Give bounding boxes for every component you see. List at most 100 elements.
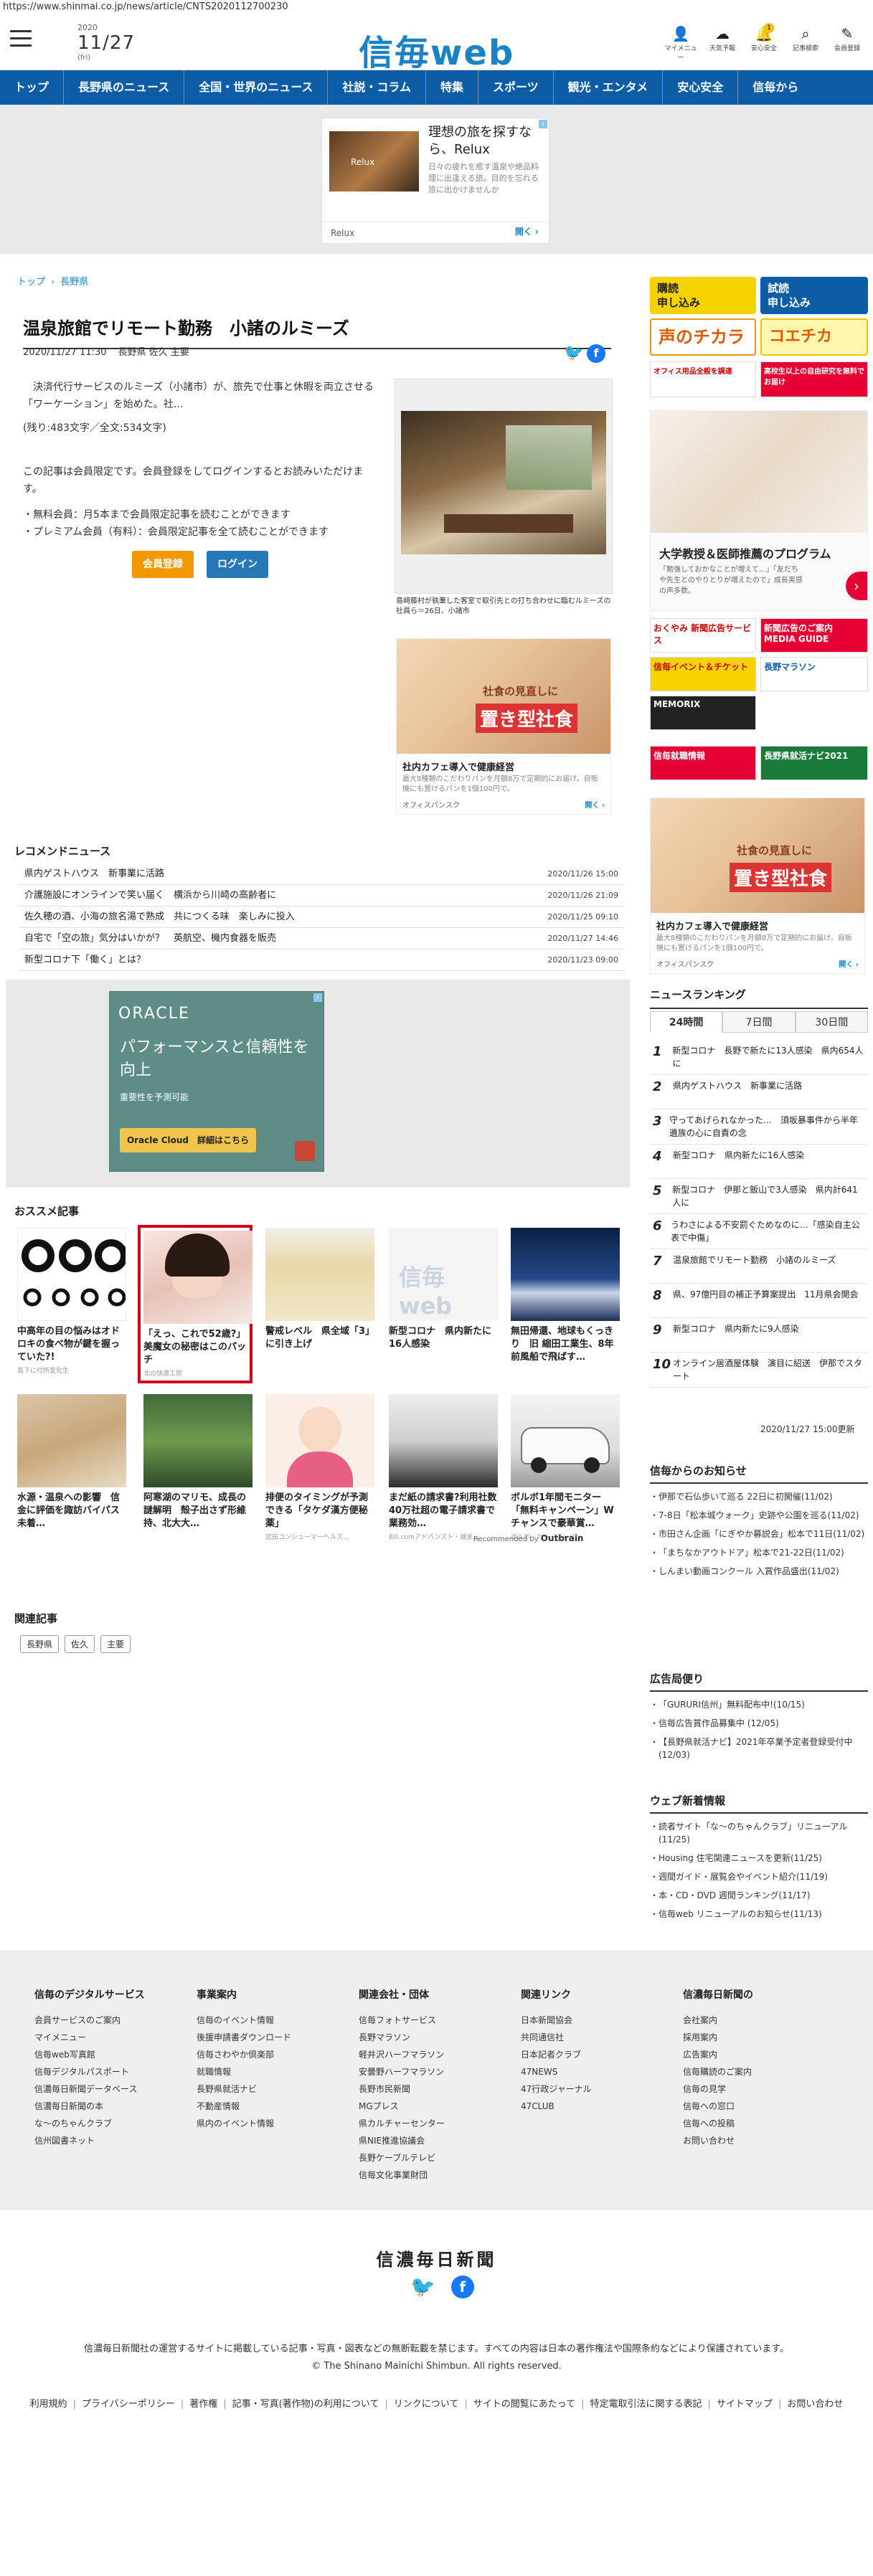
- breadcrumb-nagano[interactable]: 長野県: [60, 277, 88, 288]
- adchoices-icon[interactable]: i: [313, 993, 322, 1002]
- recommend-item[interactable]: 自宅で「空の旅」気分はいかが？ 英航空、機内食器を販売 2020/11/27 14…: [19, 928, 624, 950]
- ranking-item[interactable]: 3 守ってあげられなかった… 須坂暴事件から半年 遺族の心に自責の念: [650, 1109, 868, 1145]
- footer-bottom-link[interactable]: 特定電取引法に関する表記: [590, 2399, 702, 2410]
- footer-logo[interactable]: 信濃毎日新聞: [0, 2245, 873, 2270]
- related-tag-1[interactable]: 佐久: [65, 1635, 95, 1653]
- footer-link[interactable]: 不動産情報: [197, 2098, 291, 2115]
- osusume-card[interactable]: 中高年の目の悩みはオドロキの食べ物が鍵を握っていた?! 高下に付所変化生: [17, 1228, 126, 1375]
- footer-link[interactable]: 長野市民新聞: [359, 2080, 445, 2098]
- ranking-tab-1[interactable]: 7日間: [722, 1011, 796, 1033]
- footer-link[interactable]: 信州図書ネット: [34, 2132, 145, 2149]
- footer-bottom-link[interactable]: リンクについて: [394, 2399, 459, 2410]
- sidebar-mini-ad-5[interactable]: 信毎就職情報: [650, 746, 756, 780]
- footer-bottom-link[interactable]: 記事・写真(著作物)の利用について: [232, 2399, 379, 2410]
- sidebar-mini-ad-3[interactable]: 長野マラソン: [760, 657, 868, 691]
- footer-link[interactable]: 信濃毎日新聞の本: [34, 2098, 145, 2115]
- oshirase-item[interactable]: 7-8日「松本城ウォーク」史跡や公園を巡る(11/02): [650, 1506, 868, 1525]
- web-news-item[interactable]: 信毎web リニューアルのお知らせ(11/13): [650, 1905, 868, 1923]
- recommend-item[interactable]: 佐久穂の酒、小海の旅名湯で熟成 共につくる味 楽しみに投入 2020/11/25 …: [19, 906, 624, 928]
- footer-bottom-link[interactable]: 著作権: [189, 2399, 217, 2410]
- footer-link[interactable]: な～のちゃんクラブ: [34, 2115, 145, 2132]
- osusume-card[interactable]: まだ紙の請求書?利用社数40万社超の電子請求書で業務効… Bill.comアドバン…: [389, 1394, 498, 1541]
- koukoku-item[interactable]: 「GURURI信州」無料配布中!(10/15): [650, 1695, 868, 1714]
- facebook-share-icon[interactable]: f: [587, 344, 605, 363]
- nav-item-8[interactable]: 信毎から: [738, 70, 813, 105]
- related-tag-0[interactable]: 長野県: [20, 1635, 60, 1653]
- nav-item-3[interactable]: 社説・コラム: [328, 70, 426, 105]
- footer-bottom-link[interactable]: 利用規約: [30, 2399, 67, 2410]
- nav-item-4[interactable]: 特集: [426, 70, 478, 105]
- oshirase-item[interactable]: 市田さん企画「にぎやか募説会」松本で11日(11/02): [650, 1525, 868, 1543]
- osusume-card[interactable]: 警戒レベル 県全域「3」に引き上げ: [265, 1228, 374, 1351]
- footer-link[interactable]: 47行政ジャーナル: [521, 2080, 592, 2098]
- footer-link[interactable]: 長野マラソン: [359, 2029, 445, 2046]
- web-news-item[interactable]: 読者サイト「な～のちゃんクラブ」リニューアル(11/25): [650, 1817, 868, 1849]
- recommend-item[interactable]: 県内ゲストハウス 新事業に活路 2020/11/26 15:00: [19, 863, 624, 885]
- osusume-card[interactable]: 水源・温泉への影響 信金に評価を諏訪バイパス未着…: [17, 1394, 126, 1530]
- ranking-item[interactable]: 4 新型コロナ 県内新たに16人感染: [650, 1145, 868, 1179]
- footer-link[interactable]: 採用案内: [683, 2029, 753, 2046]
- footer-link[interactable]: 安曇野ハーフマラソン: [359, 2063, 445, 2080]
- footer-link[interactable]: 長野ケーブルテレビ: [359, 2149, 445, 2167]
- nav-item-6[interactable]: 観光・エンタメ: [554, 70, 664, 105]
- ranking-tab-2[interactable]: 30日間: [795, 1011, 868, 1033]
- register-button[interactable]: 会員登録: [132, 551, 194, 578]
- relux-ad-open-button[interactable]: 開く ›: [515, 225, 539, 237]
- site-logo[interactable]: 信毎web: [359, 24, 514, 75]
- web-news-item[interactable]: 週間ガイド・展覧会やイベント紹介(11/19): [650, 1867, 868, 1886]
- footer-link[interactable]: 会社案内: [683, 2012, 753, 2029]
- related-tag-2[interactable]: 主要: [100, 1635, 131, 1653]
- ranking-item[interactable]: 7 温泉旅館でリモート勤務 小諸のルミーズ: [650, 1249, 868, 1284]
- footer-link[interactable]: 共同通信社: [521, 2029, 592, 2046]
- footer-bottom-link[interactable]: プライバシーポリシー: [82, 2399, 175, 2410]
- footer-link[interactable]: お問い合わせ: [683, 2132, 753, 2149]
- footer-link[interactable]: 後援申請書ダウンロード: [197, 2029, 291, 2046]
- nav-item-0[interactable]: トップ: [0, 70, 65, 105]
- web-news-item[interactable]: 本・CD・DVD 週間ランキング(11/17): [650, 1886, 868, 1905]
- oracle-cta-button[interactable]: Oracle Cloud 詳細はこちら: [120, 1128, 256, 1152]
- recommend-item[interactable]: 新型コロナ下「働く」とは？ 2020/11/23 09:00: [19, 950, 624, 971]
- footer-link[interactable]: 信毎文化事業財団: [359, 2167, 445, 2184]
- office-supplies-ad[interactable]: オフィス用品全般を調達: [650, 361, 756, 397]
- footer-link[interactable]: 信毎の見学: [683, 2080, 753, 2098]
- twitter-share-icon[interactable]: 🐦: [564, 344, 583, 363]
- osusume-card[interactable]: ボルボ1年間モニター「無料キャンペーン」Wチャンスで豪華賞… ボルボ・カー・ジャパ…: [511, 1394, 620, 1541]
- ranking-item[interactable]: 6 うわさによる不安罰ぐためなのに…「感染自主公表で中傷」: [650, 1214, 868, 1249]
- sidebar-mini-ad-1[interactable]: 新聞広告のご案内 MEDIA GUIDE: [760, 618, 868, 653]
- footer-link[interactable]: 長野県就活ナビ: [197, 2080, 291, 2098]
- nav-item-2[interactable]: 全国・世界のニュース: [184, 70, 329, 105]
- oracle-ad[interactable]: i ORACLE パフォーマンスと信頼性を向上 重要性を予測可能 Oracle …: [109, 991, 324, 1172]
- footer-link[interactable]: 信毎web写真館: [34, 2046, 145, 2063]
- footer-twitter-icon[interactable]: 🐦: [410, 2276, 435, 2298]
- outbrain-credit[interactable]: Recommended by Outbrain: [473, 1533, 583, 1543]
- footer-link[interactable]: 県内のイベント情報: [197, 2115, 291, 2132]
- footer-link[interactable]: 信毎購読のご案内: [683, 2063, 753, 2080]
- koechika-banner[interactable]: コエチカ: [760, 318, 868, 356]
- subscribe-button[interactable]: 購読 申し込み: [650, 277, 756, 314]
- program-ad[interactable]: 大学教授＆医師推薦のプログラム 「勉強しておかなことが増えて…」「友だちや先生と…: [650, 410, 868, 611]
- footer-link[interactable]: MGプレス: [359, 2098, 445, 2115]
- footer-link[interactable]: 信毎デジタルパスポート: [34, 2063, 145, 2080]
- free-research-ad[interactable]: 高校生以上の自由研究を無料でお届け: [760, 361, 868, 397]
- nav-item-7[interactable]: 安心安全: [663, 70, 739, 105]
- sidebar-mini-ad-0[interactable]: おくやみ 新聞広告サービス: [650, 618, 756, 653]
- sidebar-mini-ad-4[interactable]: MEMORIX: [650, 696, 756, 730]
- login-button[interactable]: ログイン: [207, 551, 268, 578]
- footer-link[interactable]: マイメニュー: [34, 2029, 145, 2046]
- footer-link[interactable]: 信毎のイベント情報: [197, 2012, 291, 2029]
- ranking-item[interactable]: 9 新型コロナ 県内新たに9人感染: [650, 1318, 868, 1353]
- footer-link[interactable]: 信毎への窓口: [683, 2098, 753, 2115]
- footer-link[interactable]: 日本新聞協会: [521, 2012, 592, 2029]
- footer-facebook-icon[interactable]: f: [450, 2276, 474, 2298]
- ranking-item[interactable]: 2 県内ゲストハウス 新事業に活路: [650, 1075, 868, 1109]
- footer-link[interactable]: 県カルチャーセンター: [359, 2115, 445, 2132]
- footer-link[interactable]: 県NIE推進協議会: [359, 2132, 445, 2149]
- koukoku-item[interactable]: 信毎広告賞作品募集中 (12/05): [650, 1714, 868, 1733]
- koe-no-chikara-banner[interactable]: 声のチカラ: [650, 318, 756, 356]
- koukoku-item[interactable]: 【長野県就活ナビ】2021年卒業予定者登録受付中(12/03): [650, 1733, 868, 1764]
- footer-link[interactable]: 信濃毎日新聞データベース: [34, 2080, 145, 2098]
- oshirase-item[interactable]: 伊那で石仏歩いて巡る 22日に初開催(11/02): [650, 1487, 868, 1506]
- sidebar-mini-ad-2[interactable]: 信毎イベント＆チケット: [650, 657, 756, 691]
- header-icon-3[interactable]: ⌕ 記事検索: [787, 24, 824, 62]
- osusume-card[interactable]: 信毎web 新型コロナ 県内新たに16人感染: [389, 1228, 498, 1351]
